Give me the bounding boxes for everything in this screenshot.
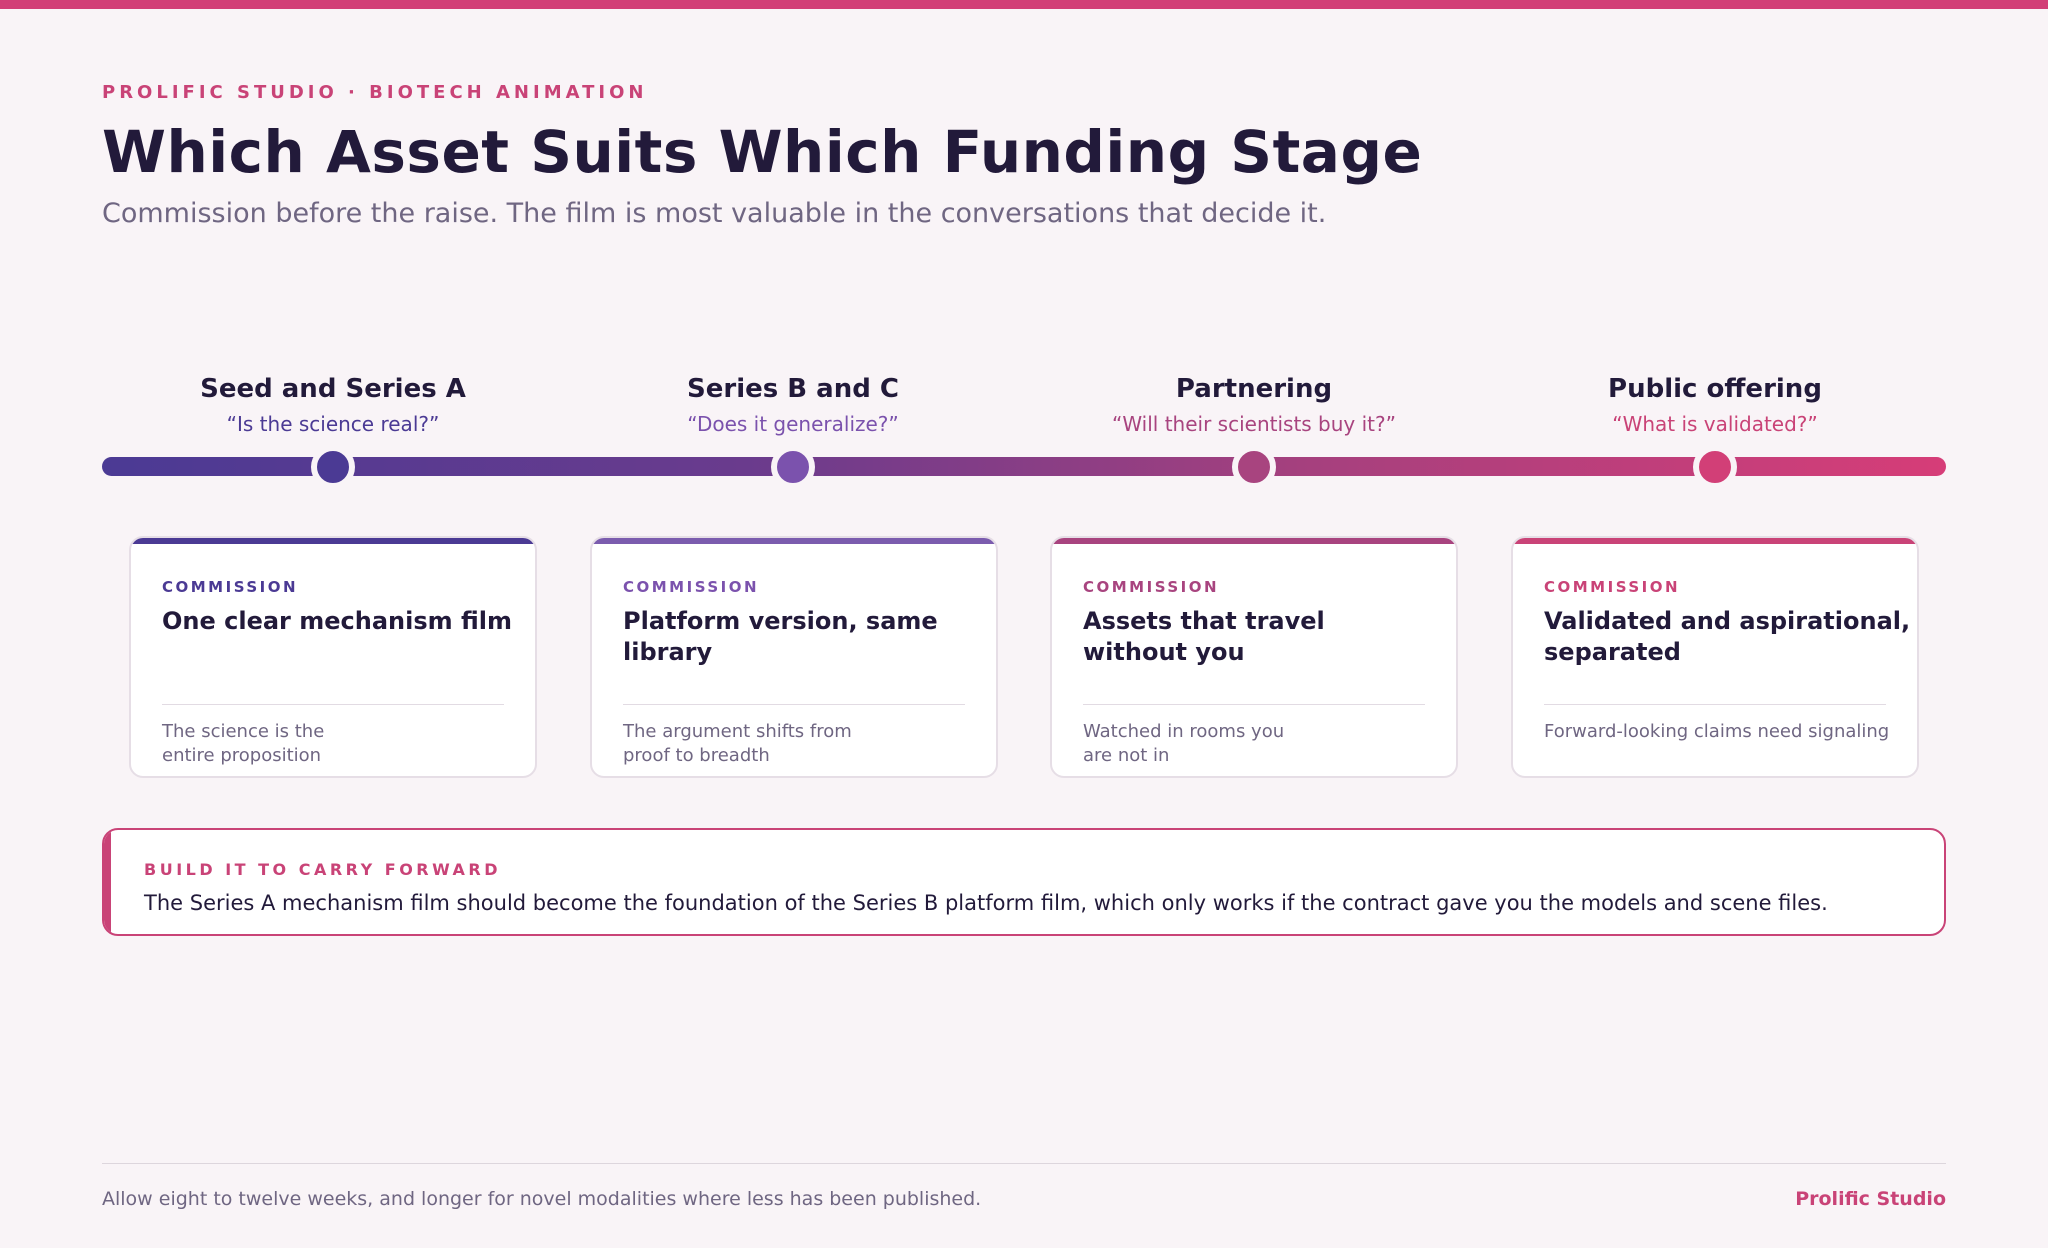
page-subtitle: Commission before the raise. The film is… — [102, 198, 1327, 229]
card-accent-bar — [1513, 538, 1917, 544]
card-eyebrow: COMMISSION — [1083, 578, 1220, 596]
card-note: Watched in rooms you are not in — [1083, 721, 1285, 766]
footer-note: Allow eight to twelve weeks, and longer … — [102, 1188, 982, 1210]
stage-question: “Is the science real?” — [226, 412, 440, 436]
stage-header-public: Public offering “What is validated?” — [1505, 374, 1925, 436]
stage-question: “Will their scientists buy it?” — [1111, 412, 1396, 436]
card-title: Validated and aspirational, separated — [1544, 607, 1911, 666]
footer-divider — [102, 1163, 1946, 1164]
stage-card-seed: COMMISSION One clear mechanism film The … — [129, 536, 537, 778]
top-accent-bar — [0, 0, 2048, 9]
stage-name: Series B and C — [687, 374, 899, 404]
card-eyebrow: COMMISSION — [162, 578, 299, 596]
stage-card-series-b: COMMISSION Platform version, same librar… — [590, 536, 998, 778]
footer-brand: Prolific Studio — [1795, 1188, 1946, 1210]
card-divider — [1083, 704, 1425, 705]
page-title: Which Asset Suits Which Funding Stage — [102, 118, 1423, 186]
stage-name: Public offering — [1608, 374, 1822, 404]
timeline-track — [102, 457, 1946, 476]
card-divider — [162, 704, 504, 705]
callout-accent-bar — [104, 830, 111, 934]
card-title: Platform version, same library — [623, 607, 938, 666]
card-accent-bar — [1052, 538, 1456, 544]
card-note: Forward-looking claims need signaling — [1544, 721, 1890, 742]
stage-name: Partnering — [1175, 374, 1333, 404]
card-title: One clear mechanism film — [162, 607, 513, 635]
stage-name: Seed and Series A — [200, 374, 466, 404]
card-divider — [1544, 704, 1886, 705]
stage-header-partnering: Partnering “Will their scientists buy it… — [1044, 374, 1464, 436]
card-eyebrow: COMMISSION — [623, 578, 760, 596]
stage-card-public: COMMISSION Validated and aspirational, s… — [1511, 536, 1919, 778]
card-eyebrow: COMMISSION — [1544, 578, 1681, 596]
timeline-node-series-b — [771, 445, 815, 489]
stage-card-partnering: COMMISSION Assets that travel without yo… — [1050, 536, 1458, 778]
card-divider — [623, 704, 965, 705]
card-title: Assets that travel without you — [1083, 607, 1325, 666]
card-note: The science is the entire proposition — [162, 721, 325, 766]
timeline-node-seed — [311, 445, 355, 489]
card-note: The argument shifts from proof to breadt… — [623, 721, 852, 766]
card-accent-bar — [592, 538, 996, 544]
card-accent-bar — [131, 538, 535, 544]
carry-forward-callout: BUILD IT TO CARRY FORWARD The Series A m… — [102, 828, 1946, 936]
timeline-node-public — [1693, 445, 1737, 489]
stage-question: “What is validated?” — [1612, 412, 1818, 436]
stage-header-series-b: Series B and C “Does it generalize?” — [583, 374, 1003, 436]
header-eyebrow: PROLIFIC STUDIO · BIOTECH ANIMATION — [102, 82, 648, 103]
callout-eyebrow: BUILD IT TO CARRY FORWARD — [144, 860, 502, 879]
stage-header-seed: Seed and Series A “Is the science real?” — [123, 374, 543, 436]
stage-question: “Does it generalize?” — [687, 412, 899, 436]
callout-text: The Series A mechanism film should becom… — [144, 891, 1828, 915]
timeline-node-partnering — [1232, 445, 1276, 489]
